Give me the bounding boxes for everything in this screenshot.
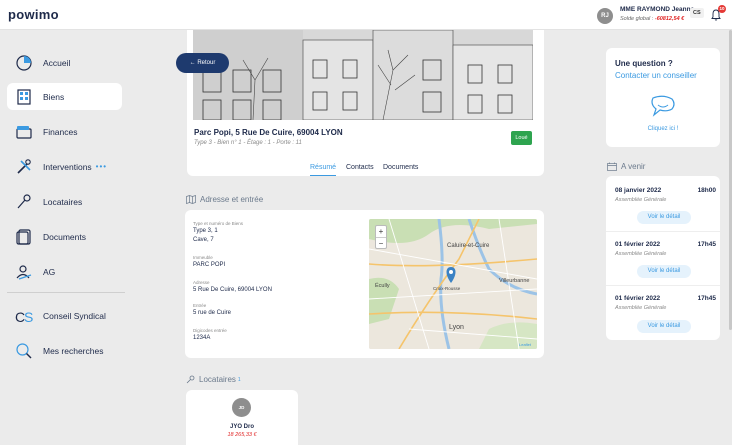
- map-attribution[interactable]: Leaflet: [519, 342, 531, 347]
- contact-advisor-link[interactable]: Cliquez ici !: [606, 126, 720, 132]
- sidebar-item-label: Mes recherches: [43, 345, 104, 356]
- sidebar-item-ag[interactable]: AG: [7, 258, 122, 285]
- sidebar-item-label: Interventions: [43, 161, 92, 172]
- field-label: Type et numéro de Biens: [193, 221, 244, 226]
- search-icon: [15, 342, 33, 360]
- event-type: Assemblée Générale: [615, 305, 667, 311]
- event-detail-button[interactable]: Voir le détail: [637, 320, 691, 333]
- field-value: 5 rue de Cuire: [193, 310, 232, 316]
- field-value: 1234A: [193, 335, 211, 341]
- tab-contacts[interactable]: Contacts: [346, 164, 374, 171]
- address-section-title: Adresse et entrée: [186, 195, 263, 204]
- svg-text:Lyon: Lyon: [449, 324, 464, 331]
- event-detail-button[interactable]: Voir le détail: [637, 211, 691, 224]
- key-icon: [15, 193, 33, 211]
- field-label: Adresse: [193, 280, 210, 285]
- key-icon: [186, 375, 195, 384]
- user-avatar[interactable]: RJ: [597, 8, 613, 24]
- help-subtitle: Contacter un conseiller: [615, 71, 697, 80]
- tab-documents[interactable]: Documents: [383, 164, 418, 171]
- property-card: [187, 30, 544, 176]
- sidebar-item-label: Locataires: [43, 196, 83, 207]
- svg-text:Écully: Écully: [375, 282, 390, 289]
- zoom-out-button[interactable]: −: [376, 238, 386, 249]
- app-logo[interactable]: powimo: [8, 7, 59, 22]
- sidebar-divider: [7, 292, 125, 293]
- tenants-section-title: Locataires 1: [186, 375, 241, 384]
- event-date: 01 février 2022: [615, 241, 661, 248]
- active-tab-indicator: [310, 175, 336, 176]
- tenant-avatar: JD: [232, 398, 251, 417]
- tenant-count: 1: [237, 376, 241, 383]
- wallet-icon: [15, 123, 33, 141]
- home-icon: [15, 54, 33, 72]
- sidebar-item-biens[interactable]: Biens: [7, 83, 122, 110]
- event-divider: [606, 285, 720, 286]
- sidebar-item-documents[interactable]: Documents: [7, 223, 122, 250]
- user-balance: Solde global : -60812,54 €: [620, 16, 685, 22]
- map-zoom-control: + −: [375, 225, 387, 249]
- sidebar-item-mes-recherches[interactable]: Mes recherches: [7, 337, 122, 364]
- calendar-icon: [607, 162, 617, 171]
- event-type: Assemblée Générale: [615, 197, 667, 203]
- company-switch[interactable]: CS: [690, 8, 704, 18]
- event-type: Assemblée Générale: [615, 251, 667, 257]
- property-title: Parc Popi, 5 Rue De Cuire, 69004 LYON: [194, 128, 343, 137]
- upcoming-section-title: A venir: [607, 162, 645, 171]
- sidebar-item-label: Conseil Syndical: [43, 310, 106, 321]
- document-icon: [15, 228, 33, 246]
- meeting-icon: [15, 263, 33, 281]
- field-label: Entrée: [193, 303, 207, 308]
- sidebar-item-label: Biens: [43, 91, 65, 102]
- back-button[interactable]: ← Retour: [176, 53, 229, 73]
- help-title: Une question ?: [615, 59, 673, 68]
- sidebar-item-locataires[interactable]: Locataires: [7, 188, 122, 215]
- zoom-in-button[interactable]: +: [376, 226, 386, 238]
- field-value: 5 Rue De Cuire, 69004 LYON: [193, 287, 272, 293]
- user-name[interactable]: MME RAYMOND Jeanne: [620, 6, 694, 13]
- field-label: Immeuble: [193, 255, 213, 260]
- field-label: Digicodes entrée: [193, 328, 227, 333]
- status-badge: Loué: [511, 131, 532, 145]
- sidebar-item-conseil-syndical[interactable]: CS Conseil Syndical: [7, 302, 122, 329]
- event-divider: [606, 231, 720, 232]
- sidebar-item-label: AG: [43, 266, 56, 277]
- svg-text:Caluire-et-Cuire: Caluire-et-Cuire: [447, 243, 490, 249]
- notification-count-badge: 10: [718, 5, 726, 13]
- svg-text:Villeurbanne: Villeurbanne: [499, 278, 529, 284]
- balance-value: -60812,54 €: [654, 16, 685, 22]
- svg-text:S: S: [24, 309, 33, 325]
- event-date: 01 février 2022: [615, 295, 661, 302]
- building-icon: [15, 88, 33, 106]
- sidebar-item-accueil[interactable]: Accueil: [7, 49, 122, 76]
- location-map[interactable]: Caluire-et-Cuire Villeurbanne Lyon Écull…: [369, 219, 537, 349]
- event-time: 18h00: [697, 187, 716, 194]
- event-time: 17h45: [697, 295, 716, 302]
- tools-icon: [15, 158, 33, 176]
- property-subtitle: Type 3 - Bien n° 1 - Étage : 1 - Porte :…: [194, 140, 302, 146]
- event-detail-button[interactable]: Voir le détail: [637, 265, 691, 278]
- field-value: Cave, 7: [193, 237, 214, 243]
- property-photo: [193, 30, 533, 120]
- event-date: 08 janvier 2022: [615, 187, 662, 194]
- sidebar-item-finances[interactable]: Finances: [7, 118, 122, 145]
- svg-text:Croix-Rousse: Croix-Rousse: [433, 286, 461, 291]
- field-value: PARC POPI: [193, 262, 226, 268]
- top-bar: powimo RJ MME RAYMOND Jeanne Solde globa…: [0, 0, 732, 30]
- sidebar-item-interventions[interactable]: Interventions •••: [7, 153, 122, 180]
- map-icon: [186, 195, 196, 204]
- tenant-balance: 18 265,33 €: [227, 432, 257, 438]
- event-time: 17h45: [697, 241, 716, 248]
- cs-icon: CS: [15, 307, 33, 325]
- tab-resume[interactable]: Résumé: [310, 164, 336, 171]
- sidebar-item-label: Documents: [43, 231, 86, 242]
- field-value: Type 3, 1: [193, 228, 218, 234]
- tenant-name: JYO Dro: [229, 424, 254, 430]
- sidebar-item-label: Finances: [43, 126, 78, 137]
- chat-icon: [651, 95, 675, 117]
- more-icon: •••: [95, 162, 108, 171]
- sidebar-item-label: Accueil: [43, 57, 71, 68]
